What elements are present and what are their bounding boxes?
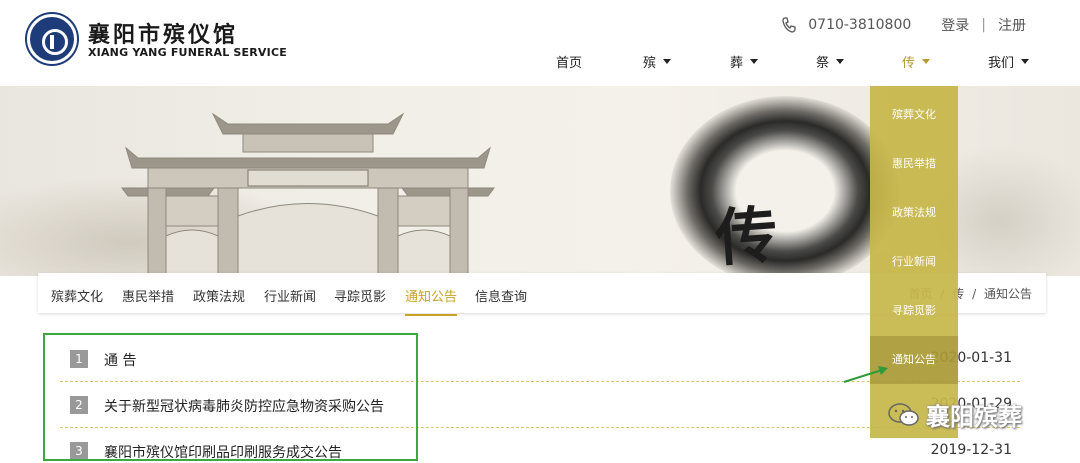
annotation-highlight-box xyxy=(43,333,418,461)
dropdown-item-traces[interactable]: 寻踪觅影 xyxy=(870,302,958,318)
nav-women[interactable]: 我们 xyxy=(988,52,1030,71)
top-utility-bar: 0710-3810800 登录 | 注册 xyxy=(782,15,1026,35)
subnav-policies[interactable]: 政策法规 xyxy=(193,286,245,305)
chuan-dropdown-menu: 殡葬文化 惠民举措 政策法规 行业新闻 寻踪觅影 通知公告 xyxy=(870,86,958,438)
watermark-text: 襄阳殡葬 xyxy=(926,403,1022,431)
dropdown-item-industry-news[interactable]: 行业新闻 xyxy=(870,253,958,269)
nav-bin[interactable]: 殡 xyxy=(643,52,672,71)
chevron-down-icon xyxy=(1021,59,1030,64)
wechat-icon xyxy=(888,402,919,426)
phone-number: 0710-3810800 xyxy=(808,17,912,33)
annotation-arrow-icon xyxy=(843,366,888,383)
main-nav: 首页 殡 葬 祭 传 我们 xyxy=(540,52,1040,74)
breadcrumb-separator: / xyxy=(972,287,977,301)
dropdown-item-benefit-measures[interactable]: 惠民举措 xyxy=(870,155,958,171)
calligraphy-chuan: 传 xyxy=(712,197,780,276)
subnav-info-query[interactable]: 信息查询 xyxy=(475,286,527,305)
brand-title[interactable]: 襄阳市殡仪馆 xyxy=(88,17,238,49)
chevron-down-icon xyxy=(663,59,672,64)
dropdown-item-policies[interactable]: 政策法规 xyxy=(870,204,958,220)
memorial-archway-illustration xyxy=(121,112,495,276)
subnav-funeral-culture[interactable]: 殡葬文化 xyxy=(51,286,103,305)
phone-icon xyxy=(782,17,796,33)
login-link[interactable]: 登录 xyxy=(941,15,969,35)
ink-wash-circle xyxy=(670,96,900,276)
subnav-benefit-measures[interactable]: 惠民举措 xyxy=(122,286,174,305)
nav-ji[interactable]: 祭 xyxy=(816,52,845,71)
divider: | xyxy=(981,17,986,33)
register-link[interactable]: 注册 xyxy=(998,15,1026,35)
chevron-down-icon xyxy=(922,59,931,64)
dropdown-item-funeral-culture[interactable]: 殡葬文化 xyxy=(870,106,958,122)
subnav-industry-news[interactable]: 行业新闻 xyxy=(264,286,316,305)
nav-chuan[interactable]: 传 xyxy=(902,52,931,71)
notice-date: 2019-12-31 xyxy=(930,442,1012,458)
brand-subtitle: XIANG YANG FUNERAL SERVICE xyxy=(88,46,287,59)
nav-zang[interactable]: 葬 xyxy=(730,52,759,71)
wechat-watermark: 襄阳殡葬 xyxy=(888,397,1022,432)
subnav-notices[interactable]: 通知公告 xyxy=(405,286,458,316)
chevron-down-icon xyxy=(836,59,845,64)
subnav-traces[interactable]: 寻踪觅影 xyxy=(334,286,386,305)
nav-home[interactable]: 首页 xyxy=(556,52,582,71)
site-header: 襄阳市殡仪馆 XIANG YANG FUNERAL SERVICE 0710-3… xyxy=(0,0,1080,86)
chevron-down-icon xyxy=(750,59,759,64)
breadcrumb-current: 通知公告 xyxy=(983,287,1032,301)
logo-emblem-icon[interactable] xyxy=(27,14,77,64)
